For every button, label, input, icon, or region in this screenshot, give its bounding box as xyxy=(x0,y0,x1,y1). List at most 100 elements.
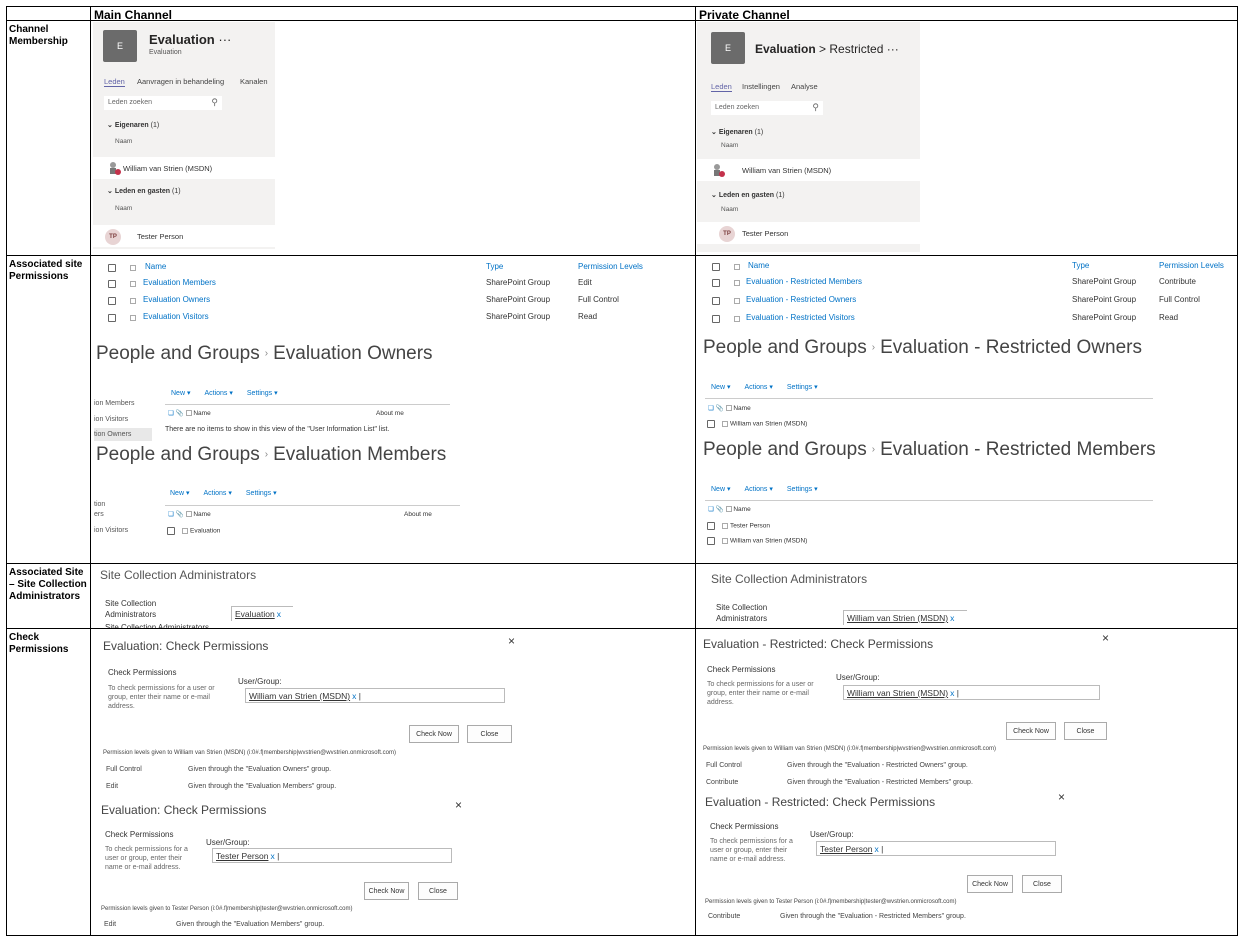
group-type: SharePoint Group xyxy=(486,312,551,321)
group-name[interactable]: Evaluation - Restricted Members xyxy=(746,277,862,286)
search-input[interactable]: Leden zoeken ⚲ xyxy=(104,96,222,110)
table-row[interactable]: Evaluation Owners SharePoint Group Full … xyxy=(93,295,693,311)
nav-item[interactable]: ion Visitors xyxy=(94,527,128,534)
perm-via: Given through the "Evaluation - Restrict… xyxy=(787,762,968,769)
close-button[interactable]: Close xyxy=(1064,722,1107,740)
check-now-button[interactable]: Check Now xyxy=(967,875,1013,893)
select-all-checkbox[interactable] xyxy=(108,263,116,272)
remove-icon[interactable]: x xyxy=(352,691,356,701)
group-name[interactable]: Evaluation Members xyxy=(143,278,216,287)
remove-icon[interactable]: x xyxy=(874,844,878,854)
new-menu[interactable]: New ▾ xyxy=(170,490,189,497)
group-name[interactable]: Evaluation - Restricted Visitors xyxy=(746,313,855,322)
row-checkbox[interactable] xyxy=(108,280,116,288)
select-all-checkbox[interactable] xyxy=(712,262,720,271)
col-type[interactable]: Type xyxy=(1072,261,1089,270)
nav-item[interactable]: tion xyxy=(94,501,105,508)
tab-kanalen[interactable]: Kanalen xyxy=(240,77,268,86)
row-checkbox[interactable] xyxy=(108,314,116,322)
sca-people-picker[interactable]: Evaluation x xyxy=(231,606,293,621)
owner-row[interactable]: William van Strien (MSDN) xyxy=(697,159,920,181)
team-title: Evaluation ··· xyxy=(149,32,232,47)
table-row[interactable]: Evaluation - Restricted Visitors SharePo… xyxy=(697,313,1235,329)
col-type[interactable]: Type xyxy=(486,262,503,271)
row-checkbox[interactable] xyxy=(712,297,720,305)
remove-icon[interactable]: x xyxy=(270,851,274,861)
member-row[interactable]: TP Tester Person xyxy=(697,222,920,244)
nav-item[interactable]: ers xyxy=(94,511,104,518)
search-input[interactable]: Leden zoeken ⚲ xyxy=(711,101,823,115)
actions-menu[interactable]: Actions ▾ xyxy=(203,490,231,497)
new-menu[interactable]: New ▾ xyxy=(711,486,730,493)
user-group-input[interactable]: Tester Person x | xyxy=(212,848,452,863)
close-button[interactable]: Close xyxy=(418,882,458,900)
owners-section[interactable]: ⌄ Eigenaren (1) xyxy=(107,121,159,129)
members-section[interactable]: ⌄ Leden en gasten (1) xyxy=(711,191,785,199)
remove-icon[interactable]: x xyxy=(950,613,954,623)
doc-icon xyxy=(734,298,740,304)
more-icon[interactable]: ··· xyxy=(887,42,899,56)
group-name[interactable]: Evaluation Owners xyxy=(143,295,210,304)
settings-menu[interactable]: Settings ▾ xyxy=(787,486,818,493)
table-row[interactable]: Evaluation Members SharePoint Group Edit xyxy=(93,278,693,294)
close-button[interactable]: Close xyxy=(467,725,512,743)
group-name[interactable]: Evaluation Visitors xyxy=(143,312,209,321)
tab-leden[interactable]: Leden xyxy=(711,82,732,92)
settings-menu[interactable]: Settings ▾ xyxy=(247,390,278,397)
owner-row[interactable]: William van Strien (MSDN) xyxy=(93,157,275,179)
col-name[interactable]: Name xyxy=(748,261,769,270)
row-checkbox[interactable] xyxy=(712,279,720,287)
new-menu[interactable]: New ▾ xyxy=(711,384,730,391)
close-icon[interactable]: × xyxy=(508,634,515,648)
close-icon[interactable]: × xyxy=(455,798,462,812)
col-levels[interactable]: Permission Levels xyxy=(1159,261,1224,270)
nav-item[interactable]: ion Visitors xyxy=(94,416,128,423)
list-item[interactable]: William van Strien (MSDN) xyxy=(707,420,807,428)
tab-aanvragen[interactable]: Aanvragen in behandeling xyxy=(137,77,224,86)
actions-menu[interactable]: Actions ▾ xyxy=(744,384,772,391)
sca-people-picker[interactable]: William van Strien (MSDN) x xyxy=(843,610,967,625)
actions-menu[interactable]: Actions ▾ xyxy=(744,486,772,493)
remove-icon[interactable]: x xyxy=(950,688,954,698)
col-name[interactable]: Name xyxy=(145,262,166,271)
remove-icon[interactable]: x xyxy=(277,609,281,619)
dialog-title: Evaluation - Restricted: Check Permissio… xyxy=(703,637,934,651)
new-menu[interactable]: New ▾ xyxy=(171,390,190,397)
owners-section[interactable]: ⌄ Eigenaren (1) xyxy=(711,128,763,136)
close-icon[interactable]: × xyxy=(1102,631,1109,645)
more-icon[interactable]: ··· xyxy=(218,32,231,47)
settings-menu[interactable]: Settings ▾ xyxy=(787,384,818,391)
perm-via: Given through the "Evaluation - Restrict… xyxy=(780,913,966,920)
close-icon[interactable]: × xyxy=(1058,790,1065,804)
check-now-button[interactable]: Check Now xyxy=(364,882,409,900)
row-checkbox[interactable] xyxy=(108,297,116,305)
settings-menu[interactable]: Settings ▾ xyxy=(246,490,277,497)
given-to-text: Permission levels given to William van S… xyxy=(103,750,396,756)
table-row[interactable]: Evaluation Visitors SharePoint Group Rea… xyxy=(93,312,693,328)
row-divider-1 xyxy=(6,255,1238,256)
team-avatar: E xyxy=(103,30,137,62)
group-name[interactable]: Evaluation - Restricted Owners xyxy=(746,295,856,304)
list-item[interactable]: William van Strien (MSDN) xyxy=(707,537,807,545)
tab-leden[interactable]: Leden xyxy=(104,77,125,87)
empty-message: There are no items to show in this view … xyxy=(165,426,390,433)
list-item[interactable]: Tester Person xyxy=(707,522,770,530)
nav-item[interactable]: ion Members xyxy=(94,400,134,407)
tab-analyse[interactable]: Analyse xyxy=(791,82,818,91)
check-now-button[interactable]: Check Now xyxy=(409,725,459,743)
check-now-button[interactable]: Check Now xyxy=(1006,722,1056,740)
table-row[interactable]: Evaluation - Restricted Owners SharePoin… xyxy=(697,295,1235,311)
close-button[interactable]: Close xyxy=(1022,875,1062,893)
user-group-input[interactable]: Tester Person x | xyxy=(816,841,1056,856)
row-checkbox[interactable] xyxy=(712,315,720,323)
tab-instellingen[interactable]: Instellingen xyxy=(742,82,780,91)
nav-item-selected[interactable]: tion Owners xyxy=(94,428,152,441)
member-row[interactable]: TP Tester Person xyxy=(93,225,275,247)
table-row[interactable]: Evaluation - Restricted Members SharePoi… xyxy=(697,277,1235,293)
list-item[interactable]: Evaluation xyxy=(167,527,220,535)
user-group-input[interactable]: William van Strien (MSDN) x | xyxy=(843,685,1100,700)
col-levels[interactable]: Permission Levels xyxy=(578,262,643,271)
actions-menu[interactable]: Actions ▾ xyxy=(204,390,232,397)
members-section[interactable]: ⌄ Leden en gasten (1) xyxy=(107,187,181,195)
user-group-input[interactable]: William van Strien (MSDN) x | xyxy=(245,688,505,703)
